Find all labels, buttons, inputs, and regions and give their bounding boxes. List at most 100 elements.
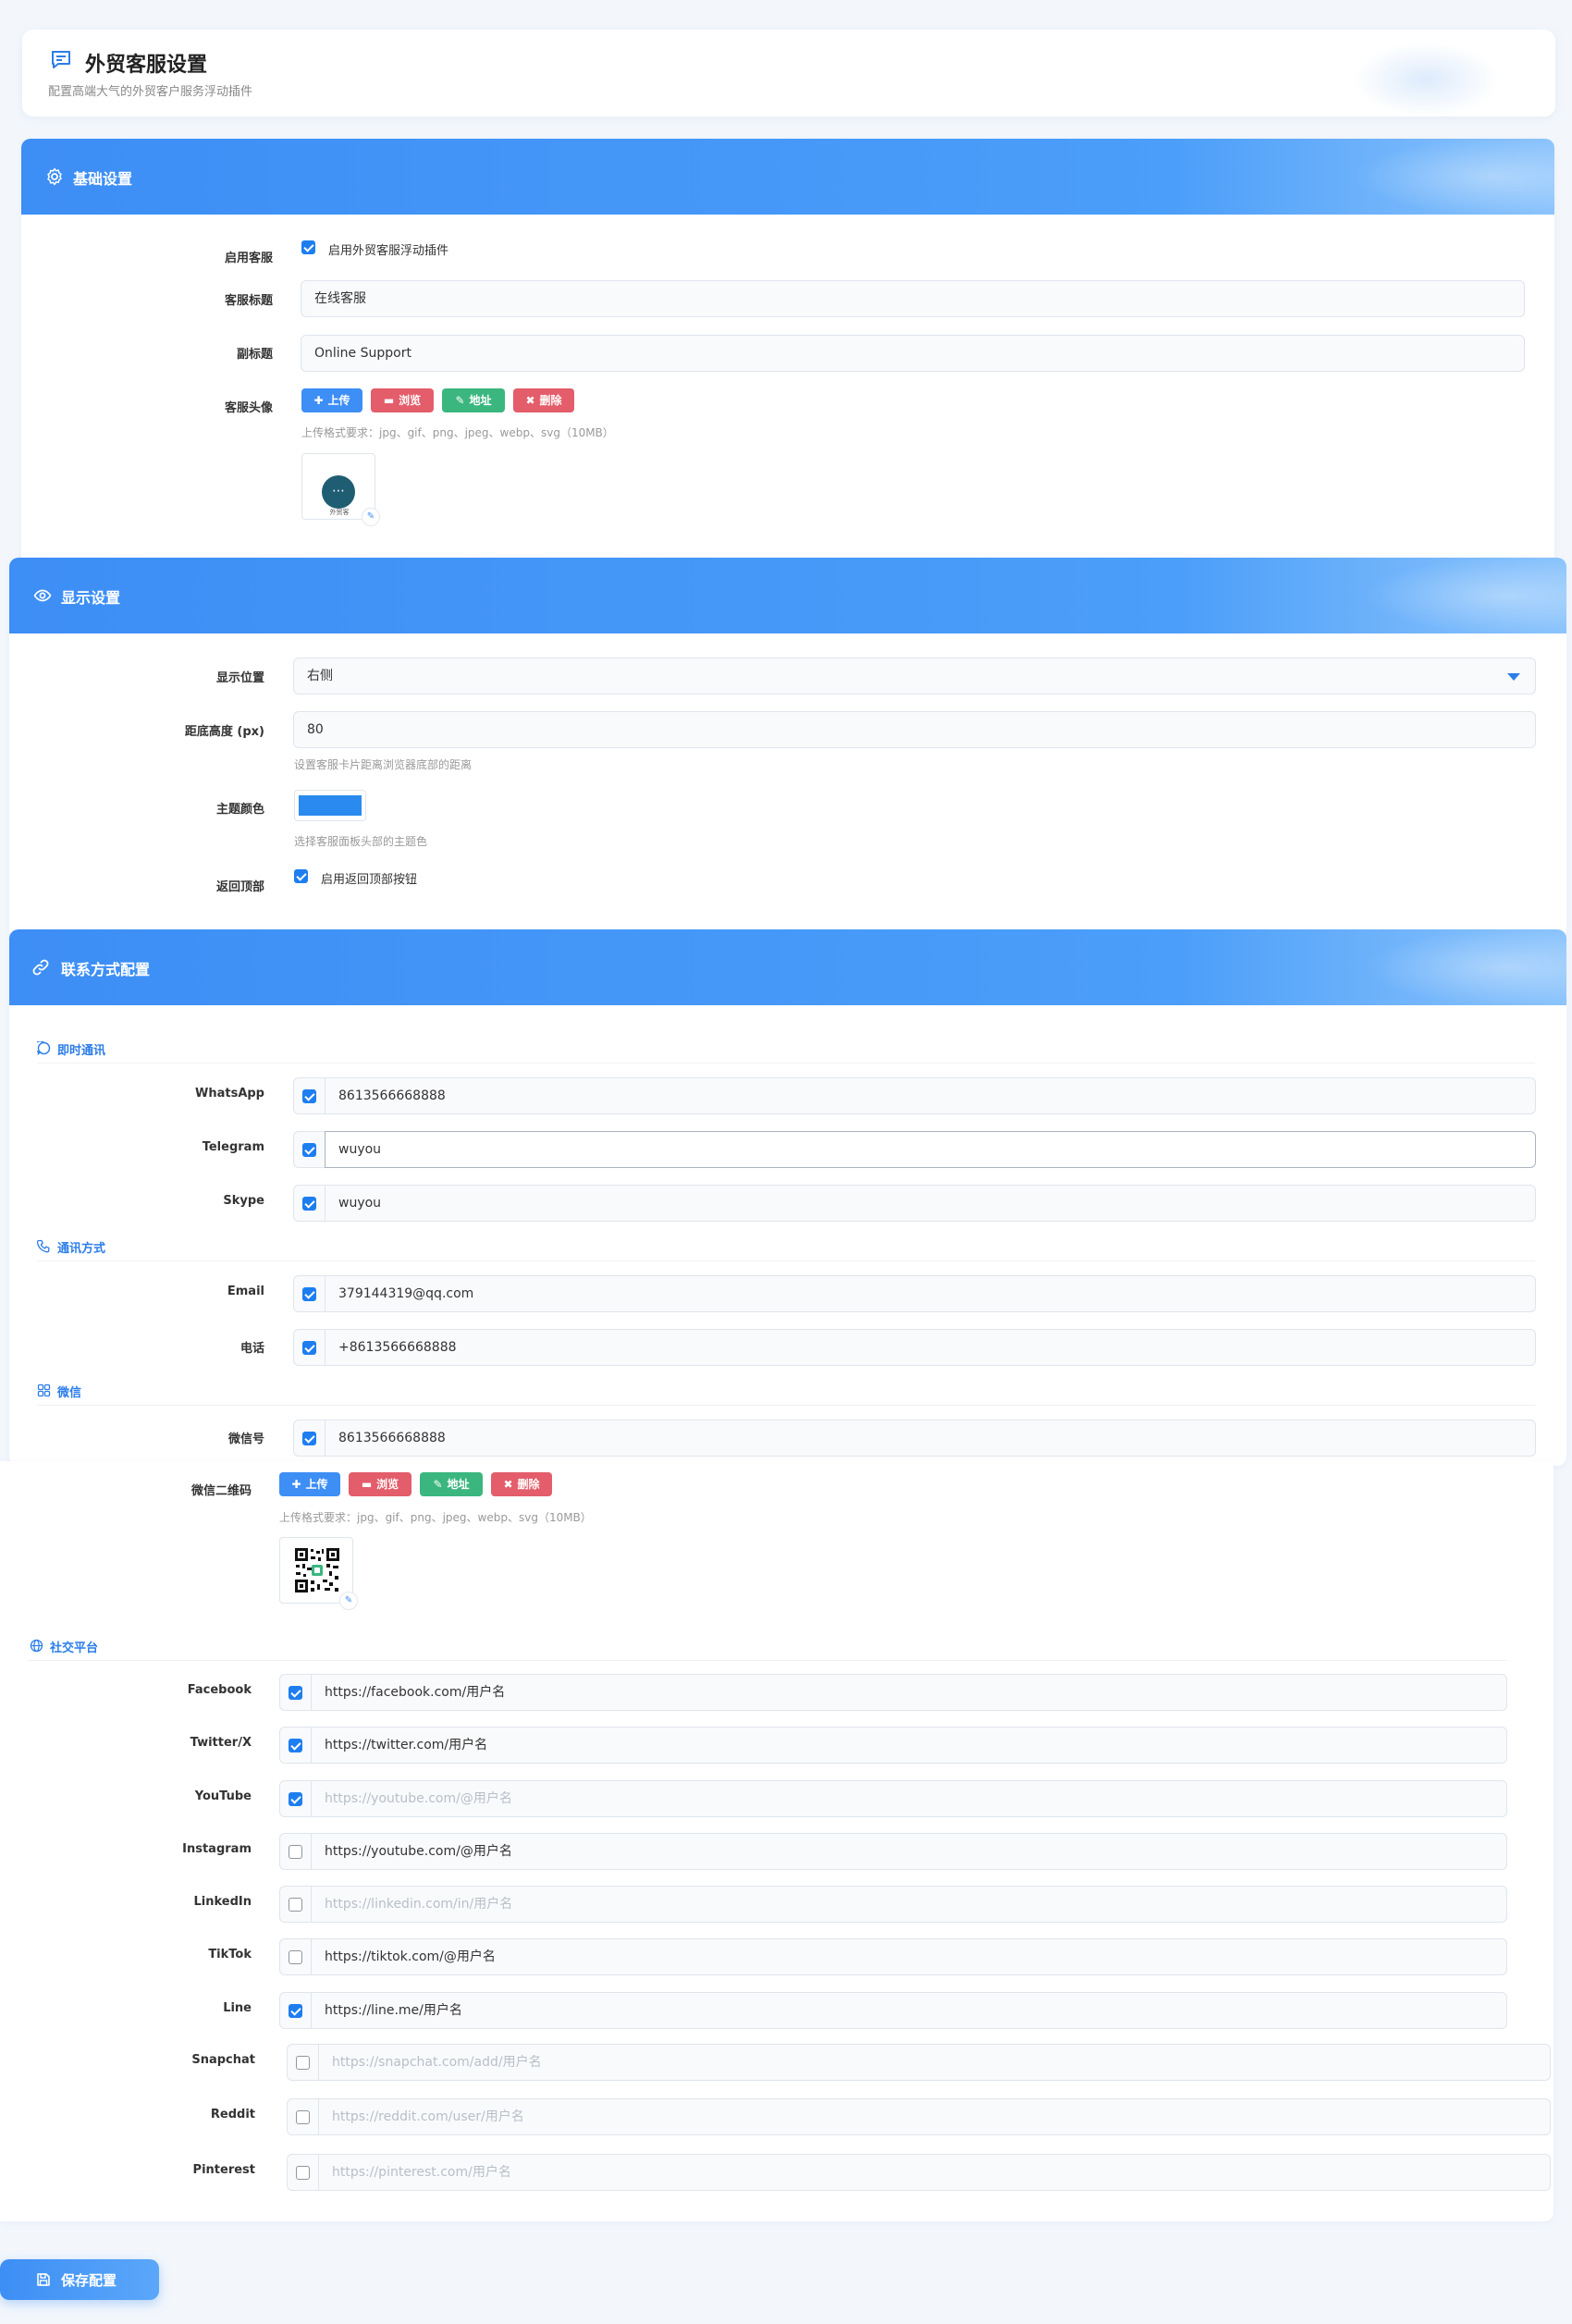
im-subtitle: 即时通讯 xyxy=(57,1044,106,1058)
avatar-image: ⋯ xyxy=(322,475,355,509)
whatsapp-input[interactable]: 8613566668888 xyxy=(325,1077,1536,1114)
basic-settings-section: 基础设置 启用客服 启用外贸客服浮动插件 客服标题 在线客服 副标题 Onlin… xyxy=(21,139,1554,566)
phone-input[interactable]: +8613566668888 xyxy=(325,1329,1536,1366)
instagram-checkbox[interactable] xyxy=(289,1845,302,1859)
social-toggle-linkedin[interactable] xyxy=(279,1886,311,1923)
bottom-offset-input[interactable]: 80 xyxy=(293,711,1536,748)
title-input[interactable]: 在线客服 xyxy=(301,280,1525,317)
wechat-divider xyxy=(37,1405,1535,1406)
twitter-checkbox[interactable] xyxy=(289,1739,302,1752)
social-label-twitter: Twitter/X xyxy=(190,1736,252,1750)
contact-toggle-email[interactable] xyxy=(293,1275,325,1312)
linkedin-input[interactable]: https://linkedin.com/in/用户名 xyxy=(311,1886,1507,1923)
qr-delete-button[interactable]: ✖ 删除 xyxy=(491,1472,552,1496)
social-toggle-line[interactable] xyxy=(279,1992,311,2029)
tiktok-input[interactable]: https://tiktok.com/@用户名 xyxy=(311,1938,1507,1975)
skype-input[interactable]: wuyou xyxy=(325,1185,1536,1222)
pinterest-checkbox[interactable] xyxy=(296,2166,310,2180)
contact-label-whatsapp: WhatsApp xyxy=(195,1087,264,1101)
whatsapp-checkbox[interactable] xyxy=(302,1089,316,1103)
avatar-preview[interactable]: ⋯ 外贸客 ✎ xyxy=(301,453,380,526)
snapchat-input[interactable]: https://snapchat.com/add/用户名 xyxy=(318,2044,1551,2081)
telegram-checkbox[interactable] xyxy=(302,1143,316,1157)
social-label-linkedin: LinkedIn xyxy=(193,1895,252,1909)
contact-settings-continued: 微信二维码 ✚ 上传 ▬ 浏览 ✎ 地址 ✖ 删除 上传格式要求：jpg、gif、png… xyxy=(0,1461,1554,2221)
wechat-qr-preview[interactable]: ✎ xyxy=(279,1537,358,1610)
section-title: 显示设置 xyxy=(61,589,121,607)
save-button-label: 保存配置 xyxy=(61,2272,117,2289)
social-toggle-twitter[interactable] xyxy=(279,1727,311,1764)
reddit-checkbox[interactable] xyxy=(296,2110,310,2124)
social-label-pinterest: Pinterest xyxy=(192,2163,255,2177)
contact-toggle-whatsapp[interactable] xyxy=(293,1077,325,1114)
chevron-down-icon[interactable] xyxy=(1507,673,1520,681)
contact-toggle-telegram[interactable] xyxy=(293,1131,325,1168)
im-divider xyxy=(37,1063,1535,1064)
social-toggle-instagram[interactable] xyxy=(279,1833,311,1870)
social-label-facebook: Facebook xyxy=(187,1683,252,1697)
upload-button[interactable]: ✚ 上传 xyxy=(301,388,362,412)
email-input[interactable]: 379144319@qq.com xyxy=(325,1275,1536,1312)
browse-button[interactable]: ▬ 浏览 xyxy=(371,388,434,412)
subtitle-input[interactable]: Online Support xyxy=(301,335,1525,372)
line-checkbox[interactable] xyxy=(289,2004,302,2018)
theme-color-label: 主题颜色 xyxy=(215,803,264,817)
edit-icon[interactable]: ✎ xyxy=(362,508,380,526)
contact-toggle-skype[interactable] xyxy=(293,1185,325,1222)
youtube-input[interactable]: https://youtube.com/@用户名 xyxy=(311,1780,1507,1817)
social-toggle-facebook[interactable] xyxy=(279,1674,311,1711)
link-icon xyxy=(32,959,49,976)
eye-icon xyxy=(33,589,52,602)
snapchat-checkbox[interactable] xyxy=(296,2056,310,2070)
line-input[interactable]: https://line.me/用户名 xyxy=(311,1992,1507,2029)
instagram-input[interactable]: https://youtube.com/@用户名 xyxy=(311,1833,1507,1870)
qr-address-button[interactable]: ✎ 地址 xyxy=(420,1472,483,1496)
save-icon xyxy=(37,2273,50,2286)
theme-color-picker[interactable] xyxy=(294,790,366,821)
theme-color-swatch xyxy=(299,795,362,816)
youtube-checkbox[interactable] xyxy=(289,1792,302,1806)
edit-icon[interactable]: ✎ xyxy=(339,1592,358,1610)
social-label-instagram: Instagram xyxy=(182,1842,252,1856)
tiktok-checkbox[interactable] xyxy=(289,1950,302,1964)
save-button[interactable]: 保存配置 xyxy=(0,2259,159,2300)
back-to-top-checkbox[interactable] xyxy=(294,869,308,883)
social-subtitle: 社交平台 xyxy=(50,1642,99,1655)
page-title: 外贸客服设置 xyxy=(85,54,208,77)
facebook-input[interactable]: https://facebook.com/用户名 xyxy=(311,1674,1507,1711)
social-label-snapchat: Snapchat xyxy=(191,2053,255,2067)
qr-upload-button[interactable]: ✚ 上传 xyxy=(279,1472,340,1496)
linkedin-checkbox[interactable] xyxy=(289,1898,302,1912)
facebook-checkbox[interactable] xyxy=(289,1686,302,1700)
enable-checkbox[interactable] xyxy=(301,240,315,254)
social-toggle-pinterest[interactable] xyxy=(287,2154,318,2191)
qr-format-hint: 上传格式要求：jpg、gif、png、jpeg、webp、svg（10MB） xyxy=(279,1511,592,1524)
display-settings-section: 显示设置 显示位置 右侧 距底高度 (px) 80 设置客服卡片距离浏览器底部的… xyxy=(9,558,1566,939)
avatar-format-hint: 上传格式要求：jpg、gif、png、jpeg、webp、svg（10MB） xyxy=(301,426,614,439)
position-label: 显示位置 xyxy=(215,671,264,685)
contact-toggle-phone[interactable] xyxy=(293,1329,325,1366)
twitter-input[interactable]: https://twitter.com/用户名 xyxy=(311,1727,1507,1764)
telegram-input[interactable]: wuyou xyxy=(325,1131,1536,1168)
email-checkbox[interactable] xyxy=(302,1287,316,1301)
contact-label-skype: Skype xyxy=(223,1194,264,1208)
social-toggle-youtube[interactable] xyxy=(279,1780,311,1817)
position-select[interactable]: 右侧 xyxy=(293,658,1536,695)
skype-checkbox[interactable] xyxy=(302,1197,316,1211)
wechat-id-input[interactable]: 8613566668888 xyxy=(325,1420,1536,1457)
address-button[interactable]: ✎ 地址 xyxy=(442,388,505,412)
phone-checkbox[interactable] xyxy=(302,1341,316,1355)
enable-checkbox-text: 启用外贸客服浮动插件 xyxy=(328,244,449,258)
pinterest-input[interactable]: https://pinterest.com/用户名 xyxy=(318,2154,1551,2191)
social-toggle-tiktok[interactable] xyxy=(279,1938,311,1975)
wechat-id-checkbox[interactable] xyxy=(302,1432,316,1445)
social-toggle-snapchat[interactable] xyxy=(287,2044,318,2081)
reddit-input[interactable]: https://reddit.com/user/用户名 xyxy=(318,2098,1551,2135)
delete-button[interactable]: ✖ 删除 xyxy=(513,388,574,412)
social-toggle-reddit[interactable] xyxy=(287,2098,318,2135)
title-label: 客服标题 xyxy=(224,294,273,308)
basic-settings-header xyxy=(21,139,1554,215)
qr-browse-button[interactable]: ▬ 浏览 xyxy=(349,1472,411,1496)
wechat-id-toggle[interactable] xyxy=(293,1420,325,1457)
back-to-top-text: 启用返回顶部按钮 xyxy=(321,873,418,887)
